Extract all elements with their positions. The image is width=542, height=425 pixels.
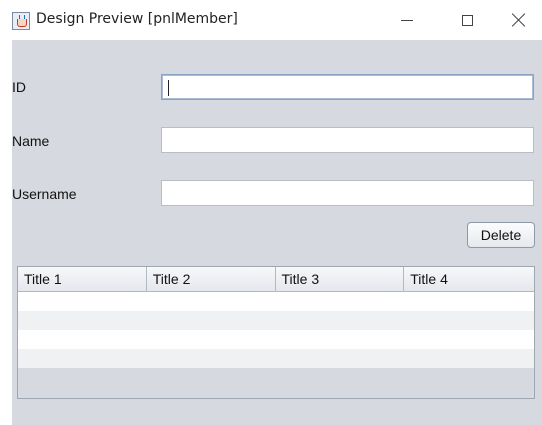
- text-caret: [168, 80, 169, 96]
- column-header-1[interactable]: Title 1: [18, 267, 147, 291]
- delete-button[interactable]: Delete: [467, 222, 535, 248]
- window-title: Design Preview [pnlMember]: [36, 11, 238, 27]
- app-window: Design Preview [pnlMember] ID Name Usern…: [0, 0, 542, 425]
- name-field[interactable]: [161, 127, 534, 153]
- username-field[interactable]: [161, 180, 534, 206]
- java-cup-icon: [12, 12, 30, 30]
- table-row[interactable]: [18, 311, 534, 330]
- close-icon: [512, 13, 526, 27]
- minimize-icon: [401, 19, 413, 21]
- name-label: Name: [12, 133, 50, 149]
- id-label: ID: [12, 79, 26, 95]
- close-button[interactable]: [496, 0, 542, 40]
- username-label: Username: [12, 186, 77, 202]
- member-panel: ID Name Username Delete Title 1 Title 2 …: [12, 40, 542, 425]
- column-header-4[interactable]: Title 4: [404, 267, 534, 291]
- maximize-icon: [461, 14, 473, 26]
- minimize-button[interactable]: [384, 0, 430, 40]
- title-bar[interactable]: Design Preview [pnlMember]: [0, 0, 542, 40]
- member-table[interactable]: Title 1 Title 2 Title 3 Title 4: [17, 266, 535, 399]
- table-header: Title 1 Title 2 Title 3 Title 4: [18, 267, 534, 292]
- column-header-3[interactable]: Title 3: [276, 267, 405, 291]
- table-row[interactable]: [18, 292, 534, 311]
- table-row[interactable]: [18, 349, 534, 368]
- id-field[interactable]: [161, 74, 534, 100]
- column-header-2[interactable]: Title 2: [147, 267, 276, 291]
- table-row[interactable]: [18, 330, 534, 349]
- maximize-button[interactable]: [444, 0, 490, 40]
